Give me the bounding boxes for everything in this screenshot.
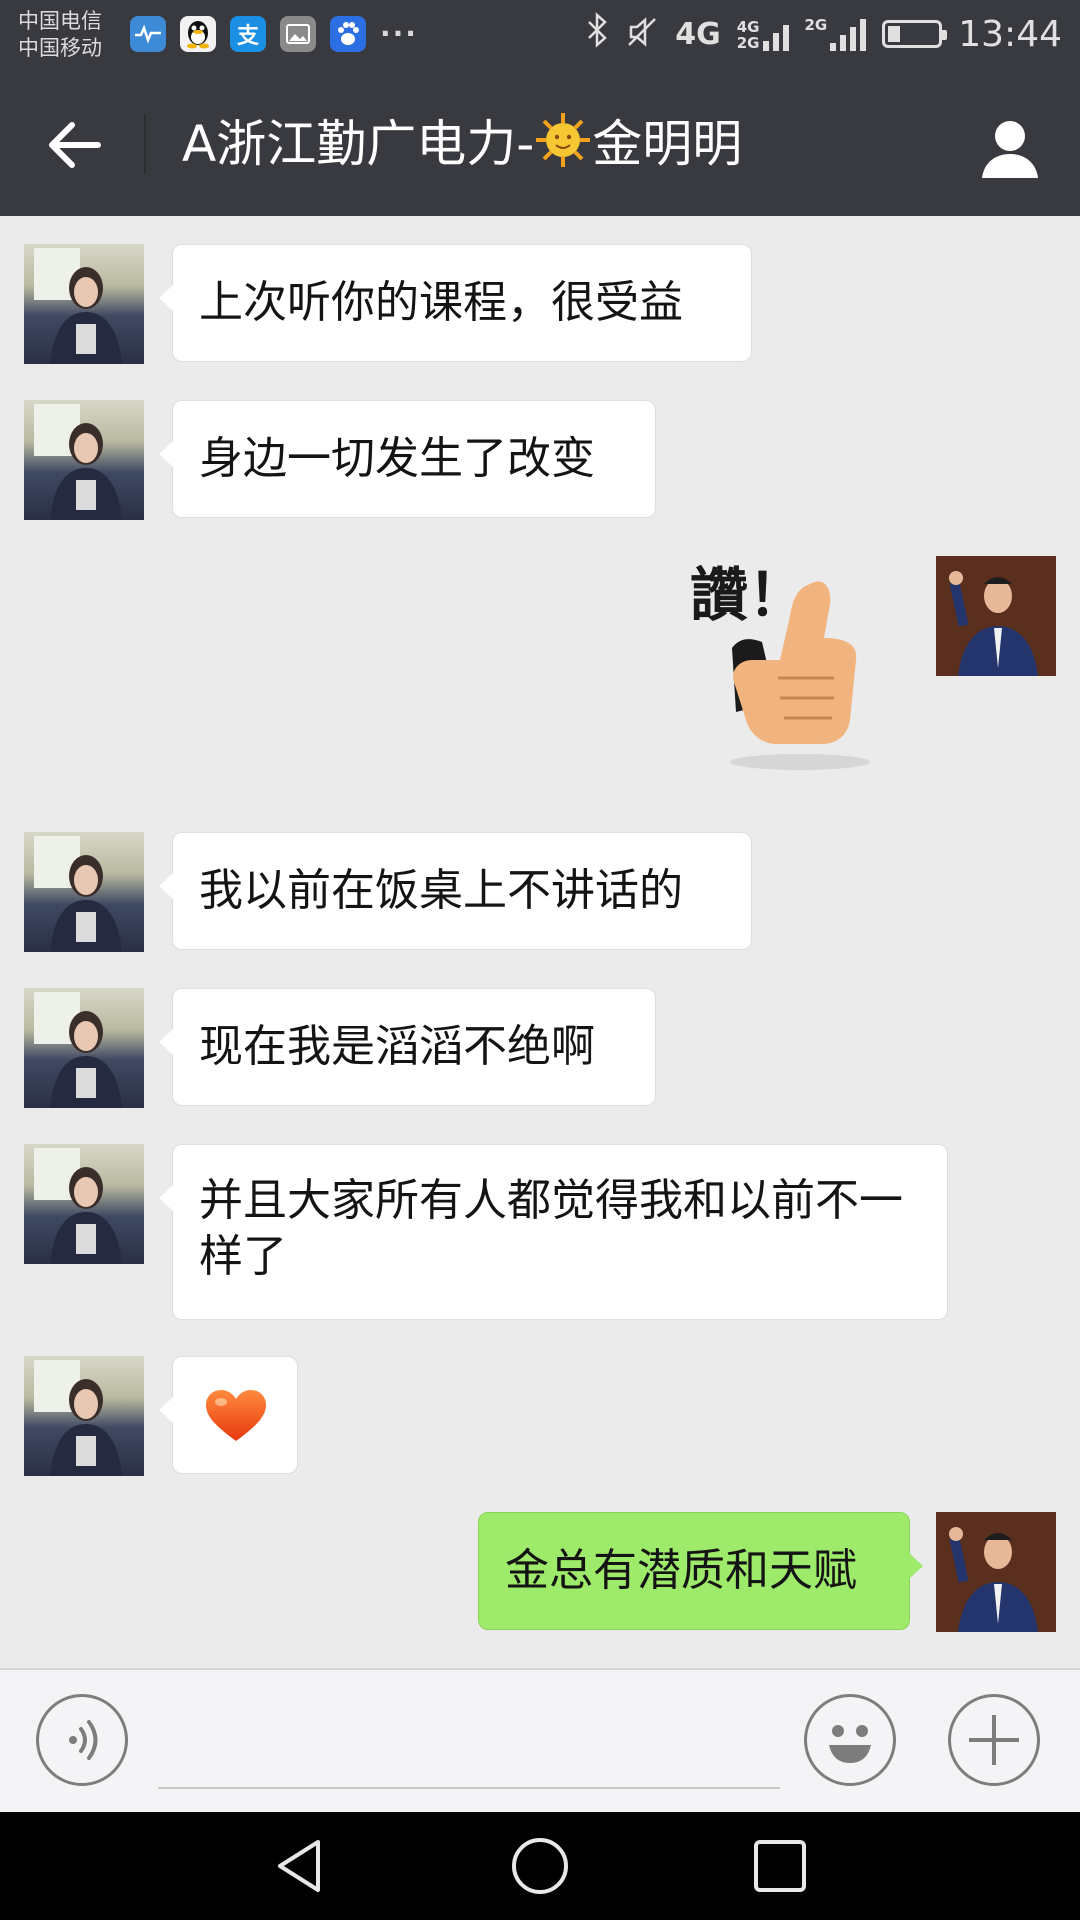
chat-title-prefix: A浙江勤广电力- bbox=[182, 115, 535, 173]
nav-back-button[interactable] bbox=[270, 1836, 330, 1896]
carrier-info: 中国电信 中国移动 bbox=[18, 8, 102, 62]
battery-icon bbox=[882, 20, 948, 48]
message-list[interactable]: 上次听你的课程，很受益 身边一切发生了改变 讚！ 我以前在饭桌上不讲话的 现在我… bbox=[0, 216, 1080, 1668]
message-bubble[interactable]: 身边一切发生了改变 bbox=[159, 400, 656, 518]
message-bubble[interactable]: 我以前在饭桌上不讲话的 bbox=[159, 832, 752, 950]
message-text: 金总有潜质和天赋 bbox=[505, 1545, 857, 1596]
carrier-1: 中国电信 bbox=[18, 9, 102, 33]
nav-home-icon bbox=[512, 1838, 568, 1894]
gallery-icon bbox=[280, 16, 316, 52]
header-divider bbox=[144, 114, 146, 174]
chat-header: A浙江勤广电力- 金明明 bbox=[0, 72, 1080, 216]
message-input[interactable] bbox=[158, 1787, 780, 1789]
signal-bars-2 bbox=[830, 17, 867, 51]
my-avatar[interactable] bbox=[936, 1512, 1056, 1632]
contact-avatar[interactable] bbox=[24, 832, 144, 952]
emoji-button[interactable] bbox=[804, 1694, 896, 1786]
qq-icon bbox=[180, 16, 216, 52]
message-bubble[interactable]: 上次听你的课程，很受益 bbox=[159, 244, 752, 362]
message-text: 上次听你的课程，很受益 bbox=[199, 277, 683, 328]
message-text: 现在我是滔滔不绝啊 bbox=[199, 1021, 595, 1072]
more-functions-button[interactable] bbox=[948, 1694, 1040, 1786]
mute-icon bbox=[625, 15, 659, 53]
sun-emoji-icon bbox=[534, 111, 592, 169]
signal-1-top-label: 4G bbox=[736, 18, 760, 36]
input-bar bbox=[0, 1668, 1080, 1812]
message-text: 并且大家所有人都觉得我和以前不一样了 bbox=[199, 1175, 903, 1282]
back-button[interactable] bbox=[38, 110, 108, 180]
nav-recents-icon bbox=[754, 1840, 806, 1892]
message-text: 我以前在饭桌上不讲话的 bbox=[199, 865, 683, 916]
voice-input-button[interactable] bbox=[36, 1694, 128, 1786]
my-avatar[interactable] bbox=[936, 556, 1056, 676]
android-navigation-bar bbox=[0, 1812, 1080, 1920]
message-bubble[interactable]: 并且大家所有人都觉得我和以前不一样了 bbox=[159, 1144, 948, 1320]
thumbs-up-sticker[interactable]: 讚！ bbox=[680, 548, 900, 778]
health-icon bbox=[130, 16, 166, 52]
system-indicators: 4G 4G 2G 2G 13:44 bbox=[585, 12, 1062, 56]
person-icon bbox=[982, 121, 1038, 178]
more-notifications: ··· bbox=[380, 17, 418, 50]
message-bubble[interactable]: 现在我是滔滔不绝啊 bbox=[159, 988, 656, 1106]
nav-back-icon bbox=[278, 1840, 320, 1892]
contact-avatar[interactable] bbox=[24, 400, 144, 520]
voice-icon bbox=[69, 1720, 98, 1760]
contact-avatar[interactable] bbox=[24, 244, 144, 364]
message-bubble[interactable] bbox=[159, 1356, 298, 1474]
carrier-2: 中国移动 bbox=[18, 36, 102, 60]
nav-recents-button[interactable] bbox=[750, 1836, 810, 1896]
network-type: 4G bbox=[675, 16, 721, 52]
bluetooth-icon bbox=[585, 12, 609, 56]
thumbs-up-icon bbox=[730, 581, 870, 770]
status-bar: 中国电信 中国移动 支 ··· 4G 4G 2G 2G 13:44 bbox=[0, 0, 1080, 72]
signal-2-label: 2G bbox=[804, 16, 828, 34]
my-message-bubble[interactable]: 金总有潜质和天赋 bbox=[478, 1512, 923, 1630]
baidu-icon bbox=[330, 16, 366, 52]
contact-avatar[interactable] bbox=[24, 988, 144, 1108]
signal-bars-1 bbox=[762, 17, 789, 51]
signal-1: 4G 2G bbox=[737, 17, 789, 51]
signal-1-bottom-label: 2G bbox=[736, 34, 760, 52]
back-arrow-icon bbox=[49, 122, 101, 168]
notification-icons: 支 ··· bbox=[130, 16, 418, 52]
alipay-icon: 支 bbox=[230, 16, 266, 52]
contact-avatar[interactable] bbox=[24, 1144, 144, 1264]
clock: 13:44 bbox=[958, 13, 1062, 55]
signal-2: 2G bbox=[805, 17, 867, 51]
smiley-icon bbox=[829, 1725, 871, 1763]
plus-icon bbox=[969, 1715, 1019, 1765]
heart-icon bbox=[206, 1390, 266, 1441]
chat-title: A浙江勤广电力- 金明明 bbox=[182, 108, 742, 180]
chat-title-name: 金明明 bbox=[592, 115, 743, 173]
nav-home-button[interactable] bbox=[510, 1836, 570, 1896]
contact-avatar[interactable] bbox=[24, 1356, 144, 1476]
message-text: 身边一切发生了改变 bbox=[199, 433, 595, 484]
chat-info-button[interactable] bbox=[974, 112, 1046, 184]
